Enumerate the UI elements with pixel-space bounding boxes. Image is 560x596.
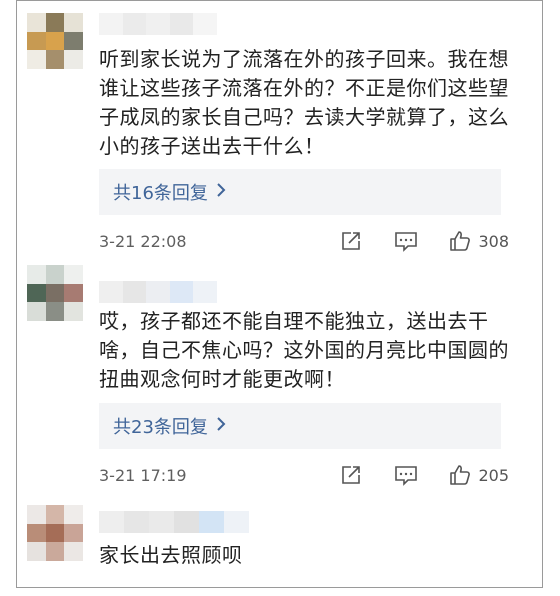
- username-blurred[interactable]: [99, 13, 217, 35]
- comment-date: 3-21 17:19: [99, 465, 187, 485]
- avatar[interactable]: [27, 265, 83, 321]
- comment-date: 3-21 22:08: [99, 231, 187, 251]
- like-count: 308: [478, 231, 509, 251]
- comment-icon[interactable]: [394, 464, 418, 486]
- like-count: 205: [478, 465, 509, 485]
- comment-item: 哎，孩子都还不能自理不能独立，送出去干啥，自己不焦心吗？这外国的月亮比中国圆的扭…: [17, 263, 542, 499]
- avatar[interactable]: [27, 13, 83, 69]
- share-icon[interactable]: [340, 464, 362, 486]
- chevron-right-icon: [216, 182, 226, 203]
- comment-list: 听到家长说为了流落在外的孩子回来。我在想谁让这些孩子流落在外的？不正是你们这些望…: [16, 0, 543, 588]
- share-icon[interactable]: [340, 230, 362, 252]
- reply-count-label: 共23条回复: [113, 417, 208, 438]
- comment-text: 听到家长说为了流落在外的孩子回来。我在想谁让这些孩子流落在外的？不正是你们这些望…: [99, 47, 509, 158]
- comment-icon[interactable]: [394, 230, 418, 252]
- reply-count-label: 共16条回复: [113, 183, 208, 204]
- thumbs-up-icon[interactable]: [448, 229, 472, 253]
- username-blurred[interactable]: [99, 281, 217, 303]
- thumbs-up-icon[interactable]: [448, 463, 472, 487]
- avatar[interactable]: [27, 505, 83, 561]
- comment-text: 家长出去照顾呗: [99, 543, 243, 567]
- comment-text: 哎，孩子都还不能自理不能独立，送出去干啥，自己不焦心吗？这外国的月亮比中国圆的扭…: [99, 309, 509, 391]
- comment-meta: 3-21 17:19 205: [99, 461, 509, 489]
- comment-item: 听到家长说为了流落在外的孩子回来。我在想谁让这些孩子流落在外的？不正是你们这些望…: [17, 1, 542, 263]
- view-replies-button[interactable]: 共16条回复: [99, 169, 501, 215]
- view-replies-button[interactable]: 共23条回复: [99, 403, 501, 449]
- username-blurred[interactable]: [99, 511, 249, 533]
- comment-item: 家长出去照顾呗: [17, 499, 542, 587]
- comment-meta: 3-21 22:08 308: [99, 227, 509, 255]
- chevron-right-icon: [216, 416, 226, 437]
